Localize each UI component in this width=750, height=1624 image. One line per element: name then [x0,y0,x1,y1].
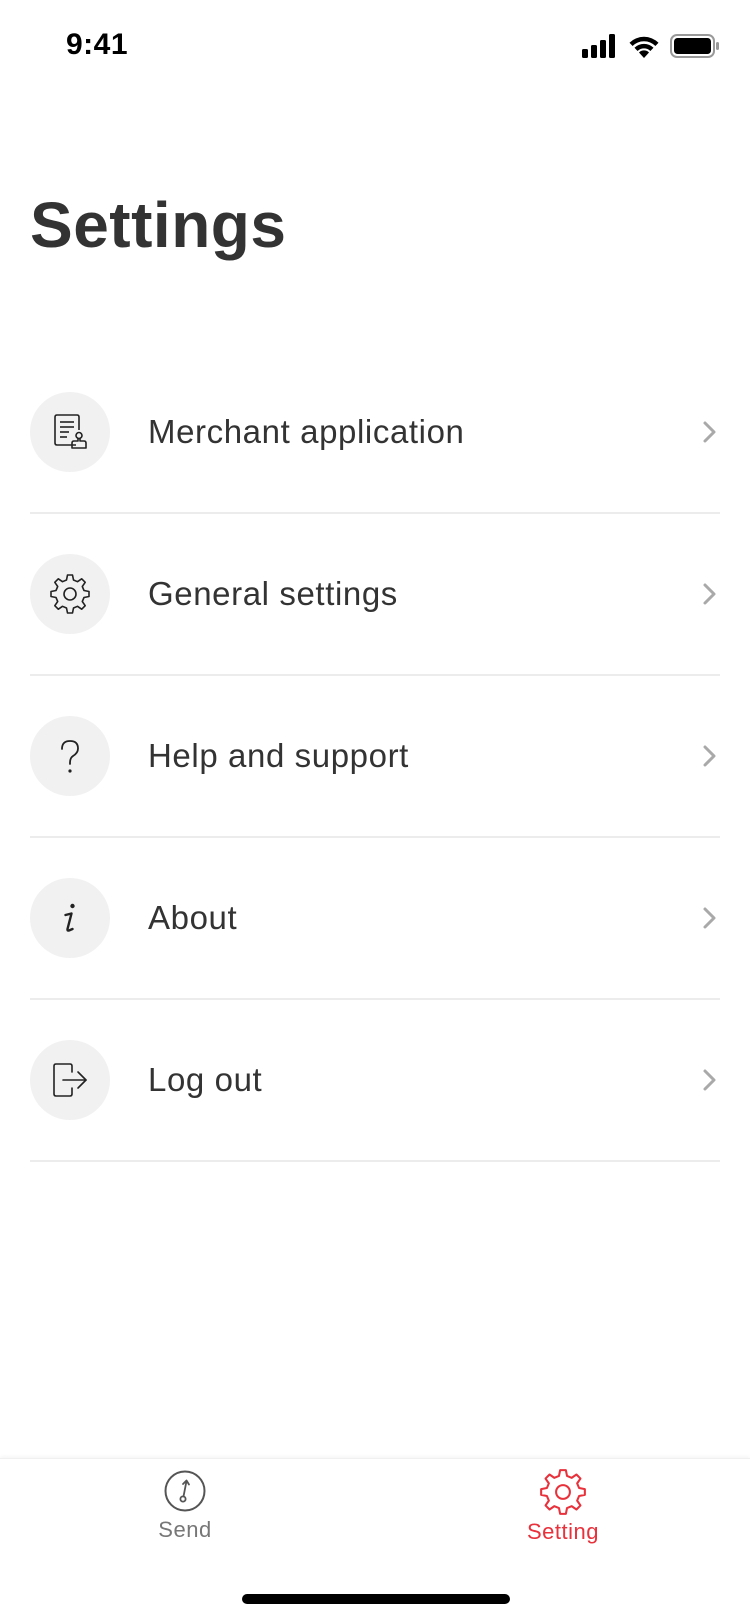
question-icon-wrapper [30,716,110,796]
menu-item-about[interactable]: About [30,838,720,1000]
chevron-right-icon [703,421,716,443]
battery-icon [670,34,719,58]
settings-menu: Merchant application General settings He… [30,352,720,1162]
menu-item-help-and-support[interactable]: Help and support [30,676,720,838]
merchant-application-icon [54,414,87,449]
chevron-right-icon [703,907,716,929]
menu-item-log-out[interactable]: Log out [30,1000,720,1162]
gear-icon [540,1469,586,1515]
menu-item-merchant-application[interactable]: Merchant application [30,352,720,514]
menu-item-general-settings[interactable]: General settings [30,514,720,676]
chevron-right-icon [703,745,716,767]
menu-item-label: Log out [148,1061,263,1098]
tab-setting[interactable]: Setting [463,1469,663,1545]
gear-icon-wrapper [30,554,110,634]
info-icon-wrapper [30,878,110,958]
send-icon [164,1470,206,1512]
page-title: Settings [30,189,287,261]
wifi-icon [629,36,659,58]
chevron-right-icon [703,1069,716,1091]
info-icon [64,903,75,932]
menu-item-label: About [148,899,238,936]
logout-icon [53,1063,87,1097]
menu-item-label: Help and support [148,737,409,774]
menu-item-label: General settings [148,575,398,612]
status-time: 9:41 [66,28,129,61]
merchant-application-icon-wrapper [30,392,110,472]
tab-send-label: Send [158,1517,212,1542]
chevron-right-icon [703,583,716,605]
home-indicator [242,1594,510,1604]
question-icon [61,740,79,773]
status-icons [582,34,720,58]
tab-setting-label: Setting [527,1519,599,1544]
tab-send[interactable]: Send [85,1469,285,1543]
status-bar: 9:41 [0,0,750,94]
menu-item-label: Merchant application [148,413,465,450]
logout-icon-wrapper [30,1040,110,1120]
gear-icon [50,574,90,614]
cellular-signal-icon [582,34,615,58]
